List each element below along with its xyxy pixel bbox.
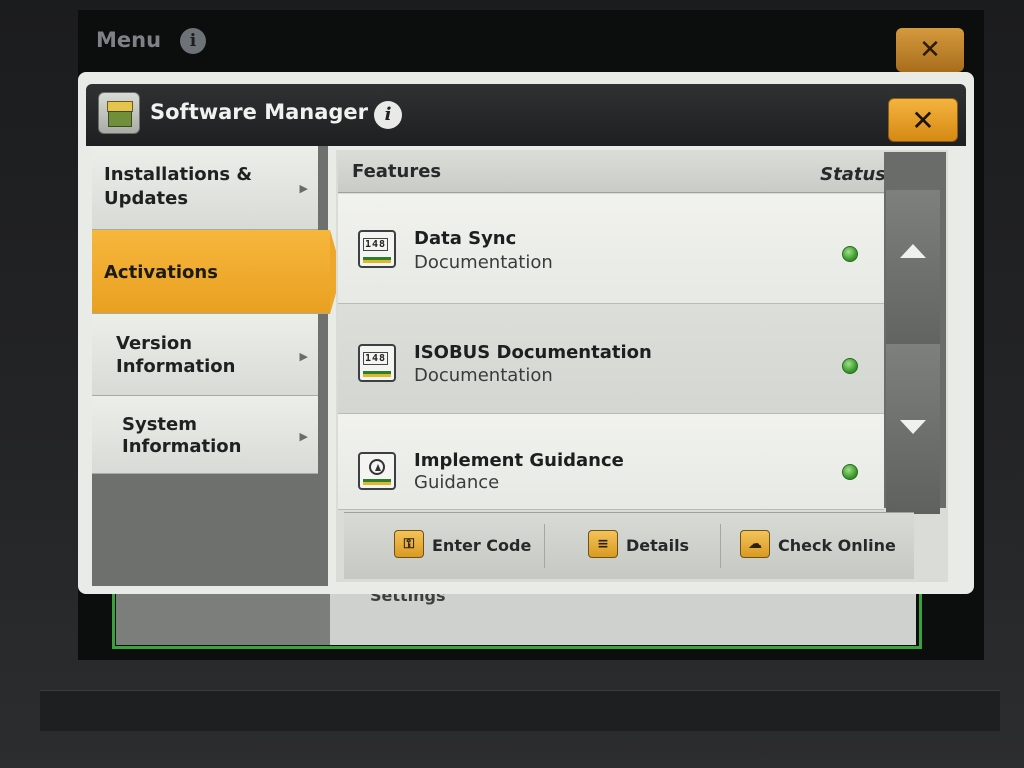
dialog-info-icon[interactable]: i [374,101,402,129]
bezel-bottom-edge [40,690,1000,731]
scroll-down-button[interactable] [886,344,940,514]
toolbar-divider [720,524,721,568]
feature-row[interactable]: Implement Guidance Guidance [338,414,884,510]
features-table-header: Features Status [338,152,896,193]
guidance-icon [358,452,396,490]
cloud-download-icon: ☁ [740,530,770,558]
status-active-icon [842,246,858,262]
arrow-up-icon [900,244,926,258]
details-label: Details [626,536,690,555]
feature-category: Documentation [414,365,553,386]
feature-name: Data Sync [414,228,517,249]
check-online-button[interactable]: ☁ Check Online [740,522,900,568]
sidebar-item-label: Activations [104,262,218,283]
dialog-close-button[interactable]: ✕ [888,98,958,142]
sidebar-item-label: Information [122,436,242,457]
chevron-right-icon: ▶ [299,350,308,363]
sidebar-item-label: Installations & [104,164,253,185]
chevron-right-icon: ▶ [299,430,308,443]
background-selection-outline [112,585,922,649]
toolbar-divider [544,524,545,568]
document-icon: ≡ [588,530,618,558]
documentation-counter-icon: 148 [358,230,396,268]
feature-category: Guidance [414,472,500,493]
status-column-header: Status [820,164,886,185]
key-icon: ⚿ [394,530,424,558]
feature-row[interactable]: 148 ISOBUS Documentation Documentation [338,304,884,414]
scroll-up-button[interactable] [886,190,940,360]
sidebar-item-version-information[interactable]: Version Information ▶ [92,314,318,396]
sidebar-item-system-information[interactable]: System Information ▶ [92,396,318,474]
background-menu-title: Menu [96,28,162,52]
software-package-icon [98,92,140,134]
background-close-button[interactable]: ✕ [896,28,964,72]
feature-row[interactable]: 148 Data Sync Documentation [338,194,884,304]
feature-category: Documentation [414,252,553,273]
sidebar-item-label: Information [116,356,236,377]
background-header [82,14,982,72]
sidebar-item-label: Updates [104,188,189,209]
sidebar-item-label: Version [116,333,193,354]
details-button[interactable]: ≡ Details [588,522,708,568]
sidebar-item-activations[interactable]: Activations [92,230,342,314]
documentation-counter-icon: 148 [358,344,396,382]
dialog-title: Software Manager [150,100,369,124]
chevron-right-icon: ▶ [299,182,308,195]
feature-name: ISOBUS Documentation [414,342,652,363]
arrow-down-icon [900,420,926,434]
features-column-header: Features [352,161,442,182]
sidebar-item-label: System [122,414,197,435]
enter-code-label: Enter Code [432,536,532,555]
check-online-label: Check Online [778,536,896,555]
status-active-icon [842,358,858,374]
feature-name: Implement Guidance [414,450,624,471]
status-active-icon [842,464,858,480]
sidebar-nav: Installations & Updates ▶ Activations Ve… [92,146,342,586]
background-info-icon[interactable]: i [180,28,206,54]
enter-code-button[interactable]: ⚿ Enter Code [394,522,534,568]
sidebar-item-installations-updates[interactable]: Installations & Updates ▶ [92,146,318,230]
